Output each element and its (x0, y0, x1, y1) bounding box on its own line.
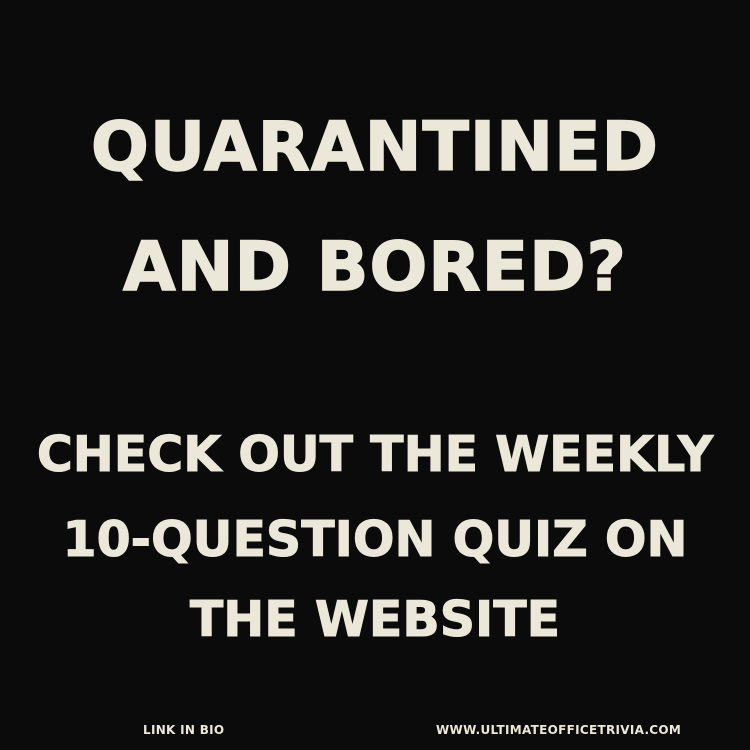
link-in-bio-text: LINK IN BIO (143, 723, 225, 737)
subhead-line-2: 10-QUESTION QUIZ ON (62, 511, 688, 569)
headline-line-1: QUARANTINED (90, 107, 659, 188)
promo-poster: QUARANTINED AND BORED? CHECK OUT THE WEE… (0, 0, 750, 750)
headline-line-2: AND BORED? (122, 227, 627, 308)
website-url-text: WWW.ULTIMATEOFFICETRIVIA.COM (436, 723, 682, 737)
subhead-line-3: THE WEBSITE (189, 591, 561, 649)
subhead-line-1: CHECK OUT THE WEEKLY (36, 426, 714, 484)
